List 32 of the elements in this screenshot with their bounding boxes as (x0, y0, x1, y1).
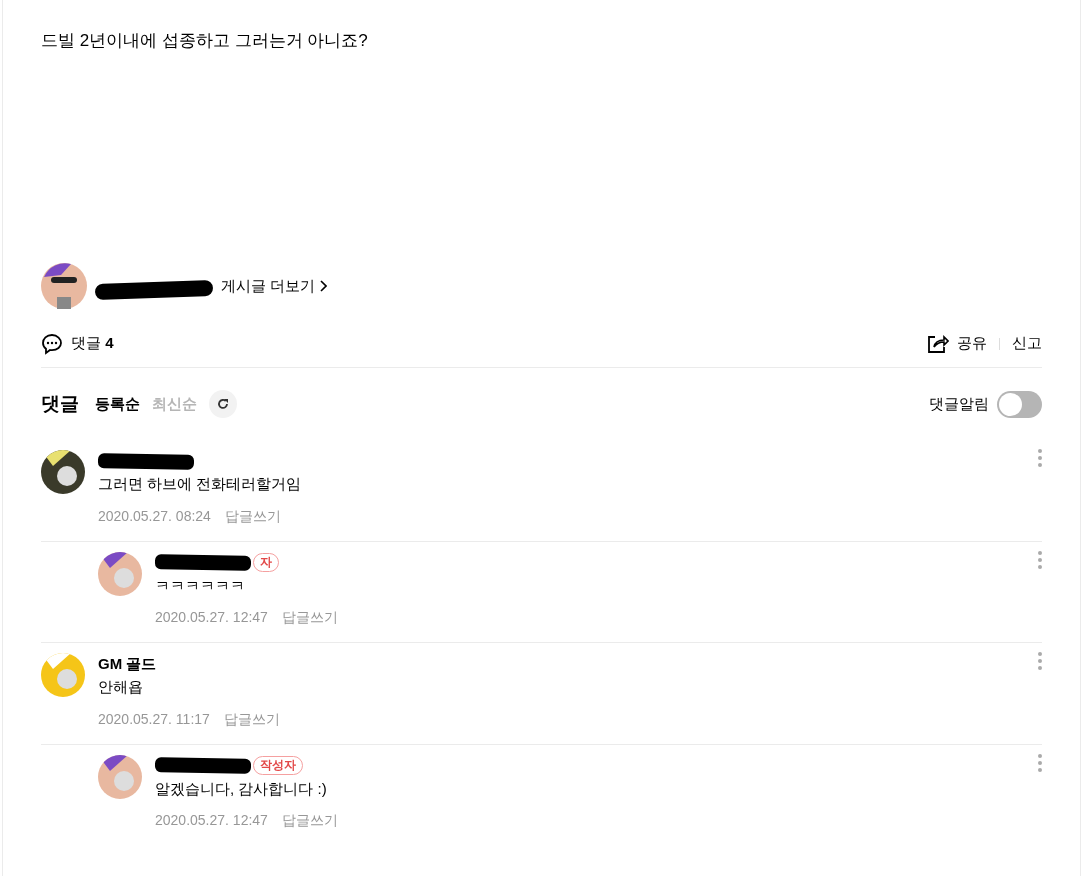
comment-text: ㅋㅋㅋㅋㅋㅋ (155, 575, 246, 596)
refresh-button[interactable] (209, 390, 237, 418)
share-icon (927, 333, 949, 354)
sort-tab[interactable]: 등록순 (95, 392, 140, 416)
comments-heading: 댓글 (41, 391, 79, 416)
avatar (41, 450, 85, 494)
avatar (41, 263, 87, 309)
more-options-icon[interactable] (1038, 651, 1042, 671)
comment-time: 2020.05.27. 12:47 (155, 811, 268, 830)
report-link[interactable]: 신고 (1012, 332, 1042, 355)
refresh-icon (216, 397, 230, 411)
comment-text: 그러면 하브에 전화테러할거임 (98, 474, 303, 494)
chevron-right-icon (319, 280, 328, 292)
comment-time: 2020.05.27. 12:47 (155, 608, 268, 627)
toggle-switch[interactable] (997, 390, 1042, 418)
speech-bubble-icon (41, 332, 63, 355)
comment-text: 알겠습니다, 감사합니다 :) (155, 778, 328, 799)
avatar (98, 551, 142, 596)
avatar (98, 754, 142, 799)
share-button[interactable]: 공유 (927, 332, 987, 355)
more-posts-link[interactable]: 게시글 더보기 (221, 274, 328, 298)
comment-alarm-label: 댓글알림 (929, 393, 989, 414)
comment-count[interactable]: 댓글 4 (71, 332, 114, 355)
more-options-icon[interactable] (1038, 448, 1042, 468)
more-options-icon[interactable] (1038, 752, 1042, 773)
avatar (41, 653, 85, 697)
comment-time: 2020.05.27. 11:17 (98, 709, 210, 729)
comment-text: 안해욥 (98, 677, 144, 697)
comment-author: GM 골드 (98, 653, 157, 674)
comment-time: 2020.05.27. 08:24 (98, 506, 211, 526)
more-options-icon[interactable] (1038, 549, 1042, 570)
post-text: 드빌 2년이내에 섭종하고 그러는거 아니죠? (41, 30, 369, 52)
